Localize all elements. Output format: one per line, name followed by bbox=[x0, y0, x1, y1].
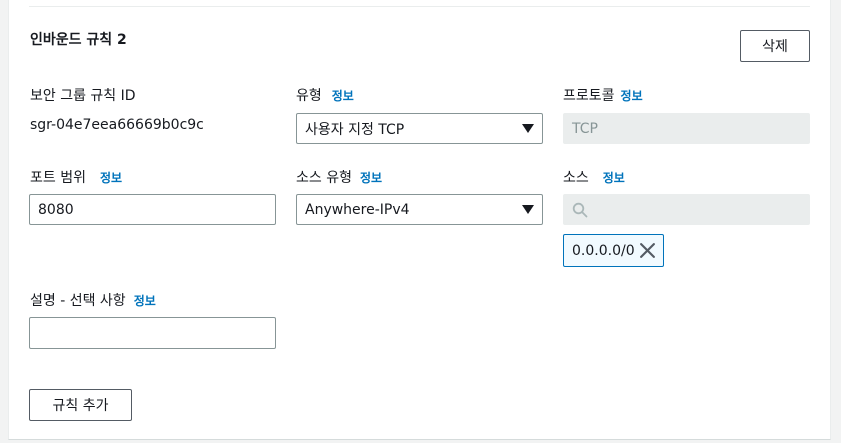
type-info-link[interactable]: 정보 bbox=[332, 89, 354, 103]
type-label: 유형 정보 bbox=[296, 88, 354, 104]
divider bbox=[29, 6, 810, 7]
delete-rule-button[interactable]: 삭제 bbox=[740, 30, 810, 62]
port-info-link[interactable]: 정보 bbox=[100, 171, 122, 185]
source-token: 0.0.0.0/0 bbox=[563, 234, 664, 267]
source-info-link[interactable]: 정보 bbox=[603, 171, 625, 185]
sg-rule-id-label: 보안 그룹 규칙 ID bbox=[30, 88, 136, 104]
description-info-link[interactable]: 정보 bbox=[134, 294, 156, 308]
source-token-label: 0.0.0.0/0 bbox=[572, 242, 635, 259]
add-rule-button[interactable]: 규칙 추가 bbox=[29, 389, 132, 421]
description-label: 설명 - 선택 사항 정보 bbox=[30, 293, 156, 309]
type-select[interactable]: 사용자 지정 TCP bbox=[296, 113, 543, 144]
close-icon[interactable] bbox=[639, 242, 656, 259]
search-icon bbox=[572, 202, 588, 217]
port-range-input[interactable]: 8080 bbox=[29, 194, 276, 225]
protocol-label: 프로토콜 정보 bbox=[563, 88, 643, 104]
type-select-value: 사용자 지정 TCP bbox=[305, 121, 405, 138]
protocol-info-link[interactable]: 정보 bbox=[621, 89, 643, 103]
rule-title: 인바운드 규칙 2 bbox=[30, 32, 127, 48]
source-label: 소스 정보 bbox=[563, 170, 625, 186]
caret-down-icon bbox=[522, 205, 534, 214]
description-input[interactable] bbox=[29, 317, 276, 349]
source-search-input[interactable] bbox=[563, 194, 810, 225]
port-range-label: 포트 범위 정보 bbox=[30, 170, 123, 186]
sg-rule-id-value: sgr-04e7eea66669b0c9c bbox=[30, 117, 204, 133]
protocol-field: TCP bbox=[563, 113, 810, 144]
source-type-select[interactable]: Anywhere-IPv4 bbox=[296, 194, 543, 225]
source-type-label: 소스 유형 정보 bbox=[296, 170, 383, 186]
source-type-info-link[interactable]: 정보 bbox=[360, 171, 382, 185]
caret-down-icon bbox=[522, 124, 534, 133]
source-type-select-value: Anywhere-IPv4 bbox=[305, 201, 410, 218]
